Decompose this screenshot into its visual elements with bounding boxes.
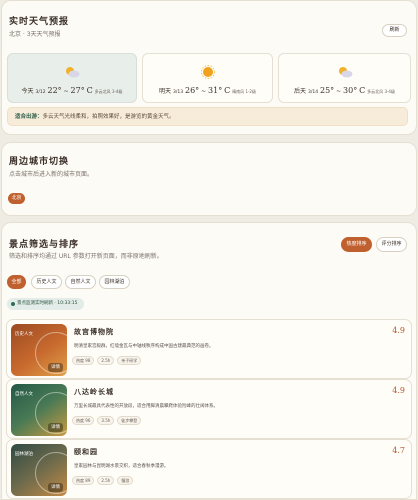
item-thumbnail: 自然人文 详情	[11, 384, 67, 436]
badge: 2.5h	[97, 476, 115, 485]
day-date: 3/12	[35, 90, 46, 95]
tip-text: 多云天气光线柔和，拍照效果好，是游览的黄金天气。	[42, 114, 175, 120]
sort-score-button[interactable]: 评分排序	[376, 237, 407, 252]
sort-hot-button[interactable]: 热度排序	[341, 237, 372, 252]
badge: 2.5h	[97, 356, 115, 365]
list-item[interactable]: 自然人文 详情 八达岭长城 4.9 万里长城最具代表性的开放段，适合用脚清晨攀爬…	[6, 379, 412, 439]
attraction-list-card: 景点筛选与排序 筛选和排序均通过 URL 参数打开新页面，而非原地刷新。 热度排…	[1, 222, 417, 500]
day-low: 26°	[184, 86, 200, 95]
badge: 徒步攀登	[117, 416, 142, 425]
item-badges: 热度 89 2.5h 慢游	[72, 476, 134, 485]
weather-day-tomorrow[interactable]: 明天 3/13 26° ~ 31° C 晴南风 1-2级	[142, 53, 273, 103]
badge: 热度 98	[72, 356, 95, 365]
weather-subtitle: 北京 · 3天天气预报	[9, 31, 61, 38]
day-high: 31°	[208, 86, 223, 95]
detail-button[interactable]: 详情	[48, 363, 63, 372]
item-name: 八达岭长城	[74, 387, 114, 396]
sun-icon	[200, 65, 215, 79]
item-description: 明清皇家宫殿群，红墙金瓦与中轴线秩序构成中国古建最典范的画卷。	[74, 344, 214, 349]
city-title: 周边城市切换	[9, 157, 70, 167]
weather-day-after[interactable]: 后天 3/14 25° ~ 30° C 多云北风 3-4级	[278, 53, 411, 103]
day-condition: 多云北风 3-4级	[94, 89, 123, 94]
weather-title: 实时天气预报	[9, 17, 70, 27]
city-chip-beijing[interactable]: 北京	[8, 193, 25, 204]
item-description: 皇家园林与昆明湖水景交织，适合春秋季漫游。	[74, 464, 169, 469]
cloudy-sun-icon	[338, 67, 352, 78]
day-condition: 多云北风 3-4级	[367, 89, 395, 94]
day-high: 27°	[70, 86, 85, 95]
day-label: 今天	[21, 88, 34, 95]
cloudy-sun-icon	[66, 67, 80, 78]
live-timer-badge: 景点监测实时刷新 · 10:33:15	[7, 298, 84, 310]
list-item[interactable]: 园林湖泊 详情 颐和园 4.7 皇家园林与昆明湖水景交织，适合春秋季漫游。 热度…	[6, 439, 412, 499]
day-date: 3/13	[172, 90, 184, 95]
item-badges: 热度 96 3.5h 徒步攀登	[72, 416, 142, 425]
badge: 3.5h	[97, 416, 115, 425]
day-unit: C	[359, 86, 366, 95]
detail-button[interactable]: 详情	[48, 423, 63, 432]
item-tag: 园林湖泊	[15, 452, 33, 457]
badge: 慢游	[117, 476, 134, 485]
detail-button[interactable]: 详情	[48, 483, 63, 492]
item-score: 4.9	[392, 326, 405, 335]
item-tag: 自然人文	[15, 392, 33, 397]
item-score: 4.9	[392, 386, 405, 395]
weather-card: 实时天气预报 北京 · 3天天气预报 刷新 今天 3/12 22° ~ 27° …	[1, 0, 417, 135]
city-switch-card: 周边城市切换 点击城市后进入新的城市页面。 北京	[1, 142, 417, 216]
day-label: 后天	[294, 88, 307, 95]
item-score: 4.7	[392, 446, 405, 455]
tab-all[interactable]: 全部	[7, 275, 26, 289]
badge: 热度 96	[72, 416, 95, 425]
item-badges: 热度 98 2.5h 亲子研学	[72, 356, 142, 365]
item-thumbnail: 园林湖泊 详情	[11, 444, 67, 496]
tip-label: 适合出游：	[15, 114, 43, 120]
day-high: 30°	[343, 86, 358, 95]
tab-nature[interactable]: 自然人文	[65, 275, 96, 289]
list-title: 景点筛选与排序	[9, 240, 80, 250]
item-thumbnail: 历史人文 详情	[11, 324, 67, 376]
tab-history[interactable]: 历史人文	[31, 275, 62, 289]
day-low: 22°	[47, 86, 62, 95]
weather-day-today[interactable]: 今天 3/12 22° ~ 27° C 多云北风 3-4级	[7, 53, 137, 103]
badge: 热度 89	[72, 476, 95, 485]
travel-tip: 适合出游：多云天气光线柔和，拍照效果好，是游览的黄金天气。	[7, 107, 408, 126]
badge: 亲子研学	[117, 356, 142, 365]
day-unit: C	[224, 86, 231, 95]
day-date: 3/14	[307, 90, 319, 95]
list-item[interactable]: 历史人文 详情 故宫博物院 4.9 明清皇家宫殿群，红墙金瓦与中轴线秩序构成中国…	[6, 319, 412, 379]
day-condition: 晴南风 1-2级	[232, 89, 256, 94]
day-low: 25°	[319, 86, 335, 95]
list-subtitle: 筛选和排序均通过 URL 参数打开新页面，而非原地刷新。	[9, 253, 163, 260]
day-unit: C	[86, 86, 93, 95]
item-tag: 历史人文	[15, 332, 33, 337]
item-name: 故宫博物院	[74, 327, 114, 336]
city-subtitle: 点击城市后进入新的城市页面。	[9, 171, 94, 178]
item-name: 颐和园	[74, 447, 98, 456]
tab-garden[interactable]: 园林湖泊	[99, 275, 130, 289]
item-description: 万里长城最具代表性的开放段，适合用脚清晨攀爬体验险峰的壮阔体系。	[74, 404, 218, 409]
refresh-button[interactable]: 刷新	[382, 24, 407, 37]
day-label: 明天	[159, 88, 172, 95]
